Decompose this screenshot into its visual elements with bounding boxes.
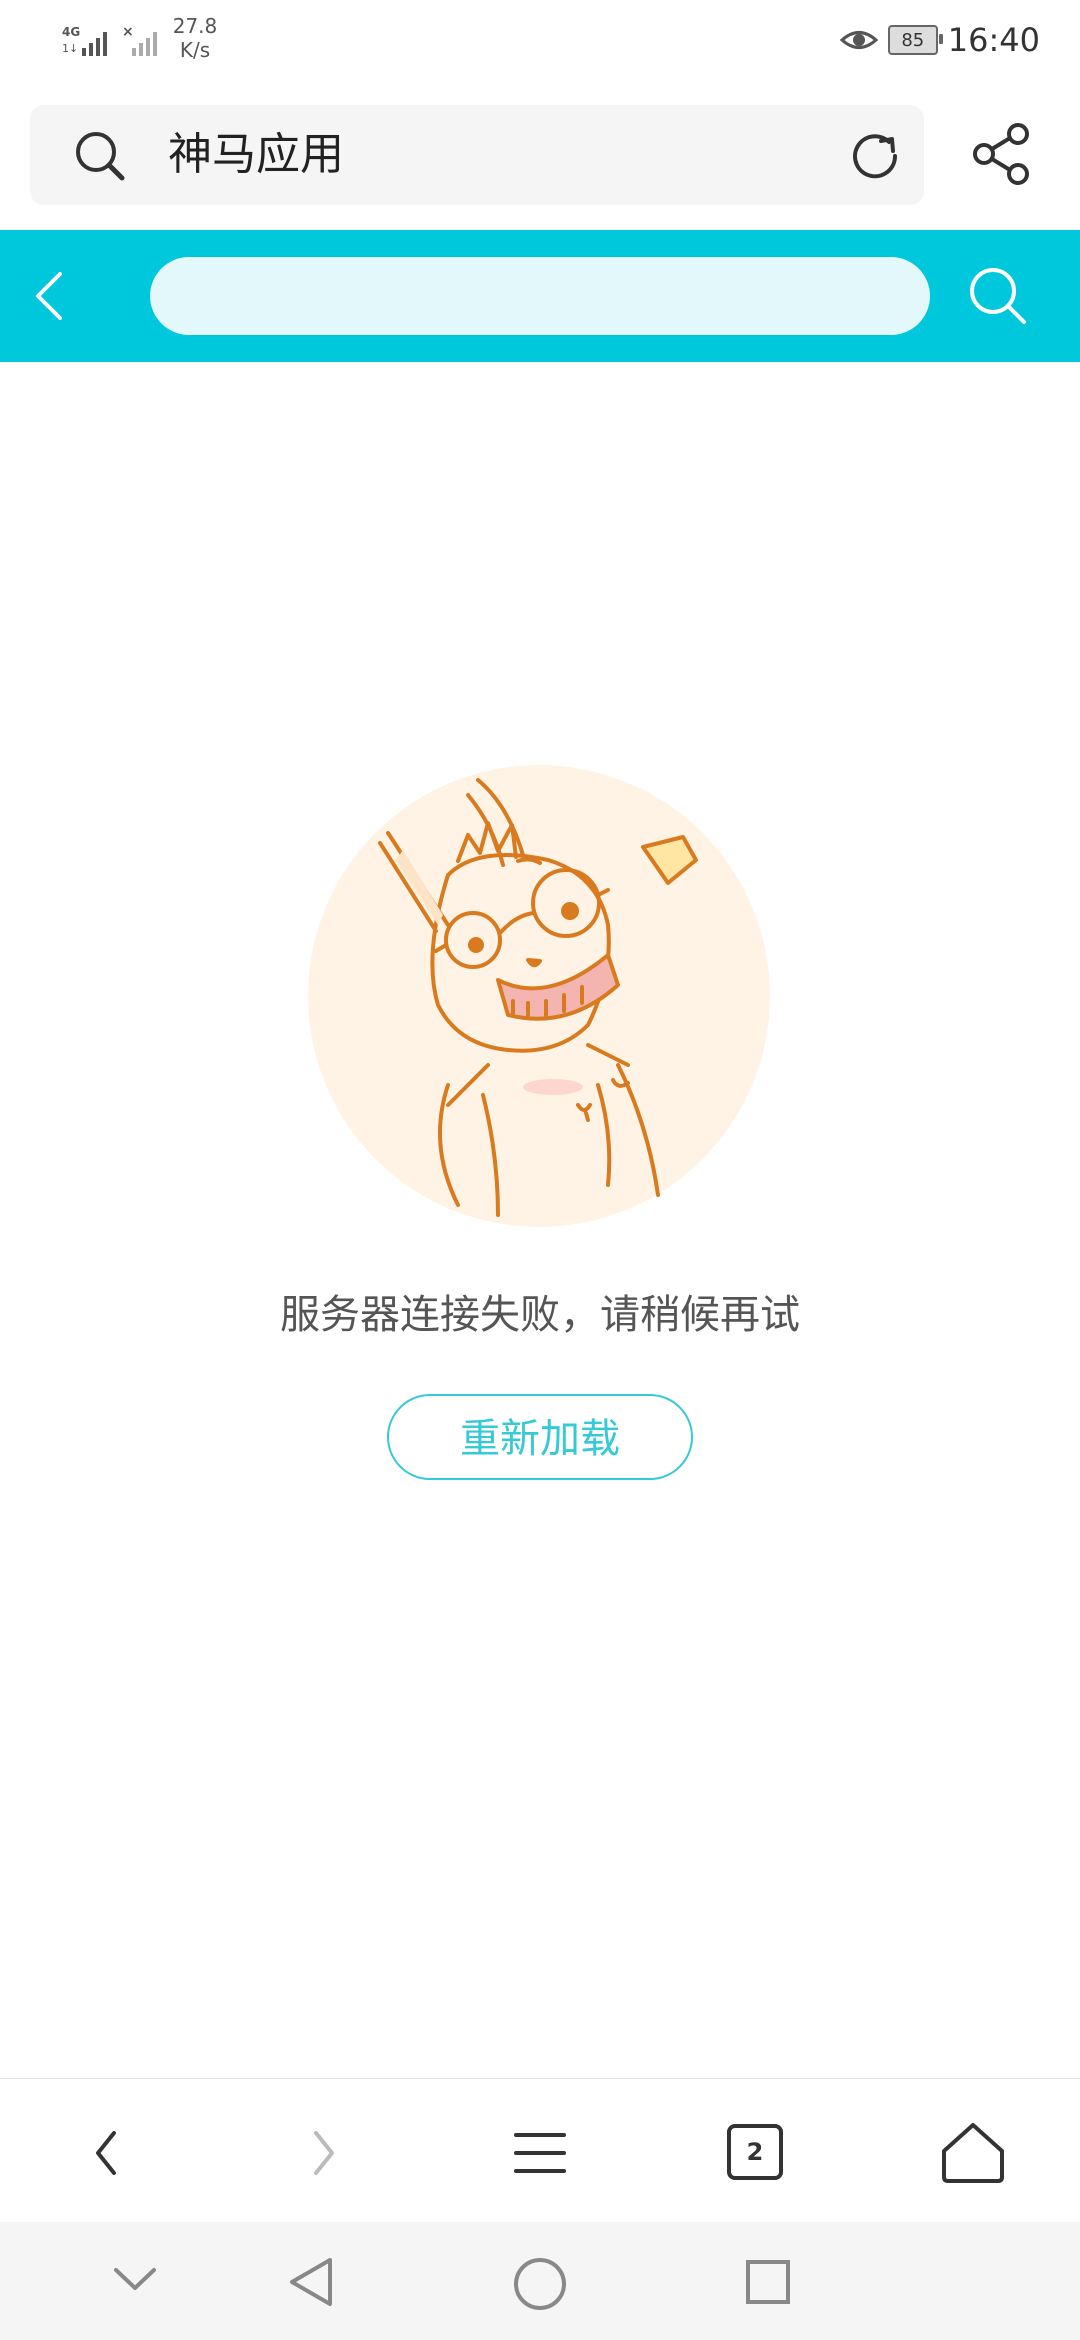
back-arrow-icon[interactable] (28, 268, 72, 324)
forward-icon[interactable] (302, 2125, 346, 2181)
collapse-icon[interactable] (112, 2262, 158, 2298)
search-icon[interactable] (966, 264, 1030, 328)
network-speed: 27.8 K/s (172, 14, 218, 62)
status-bar: 4G 1↓ × 27.8 K/s 85 16:40 (0, 0, 1080, 80)
nav-recents-icon[interactable] (744, 2258, 792, 2306)
4g-signal-icon: 4G 1↓ × (62, 24, 157, 56)
browser-toolbar: 2 (0, 2078, 1080, 2223)
svg-text:4G: 4G (62, 25, 80, 39)
error-illustration (308, 765, 770, 1227)
refresh-icon[interactable] (846, 127, 904, 185)
eye-icon (839, 31, 878, 49)
search-icon (76, 132, 125, 181)
nav-home-icon[interactable] (512, 2256, 568, 2312)
system-navigation-bar (0, 2222, 1080, 2340)
home-icon[interactable] (940, 2119, 1006, 2185)
battery-level: 85 (901, 29, 925, 51)
nav-back-icon[interactable] (286, 2256, 336, 2308)
site-header (0, 230, 1080, 362)
battery-icon: 85 (887, 25, 943, 55)
site-search-input[interactable] (150, 257, 930, 335)
back-icon[interactable] (86, 2125, 130, 2181)
reload-button[interactable]: 重新加载 (387, 1394, 693, 1480)
share-icon[interactable] (970, 122, 1034, 186)
address-bar[interactable]: 神马应用 (30, 105, 924, 205)
menu-icon[interactable] (514, 2127, 566, 2179)
clock: 16:40 (947, 21, 1040, 59)
svg-text:1↓: 1↓ (62, 42, 78, 55)
tab-count: 2 (746, 2138, 764, 2166)
svg-text:×: × (122, 24, 134, 40)
address-text[interactable]: 神马应用 (168, 105, 344, 205)
error-message: 服务器连接失败，请稍候再试 (280, 1292, 800, 1338)
